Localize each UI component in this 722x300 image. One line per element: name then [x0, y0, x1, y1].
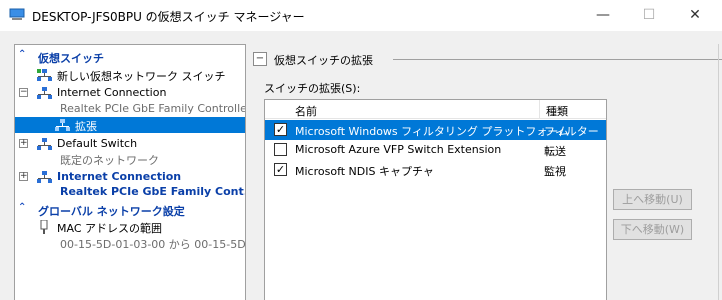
- column-header-name[interactable]: 名前: [295, 103, 317, 119]
- window-title: DESKTOP-JFS0BPU の仮想スイッチ マネージャー: [32, 10, 305, 24]
- collapse-expander[interactable]: −: [19, 88, 28, 97]
- chevron-up-icon[interactable]: ⌃: [18, 202, 26, 213]
- tree-header-label: 仮想スイッチ: [38, 52, 104, 65]
- minimize-button[interactable]: —: [580, 0, 626, 31]
- mac-range-value: 00-15-5D-01-03-00 から 00-15-5D-...: [60, 238, 246, 251]
- section-title: 仮想スイッチの拡張: [274, 54, 373, 67]
- chevron-up-icon[interactable]: ⌃: [18, 49, 26, 60]
- extension-name: Microsoft Azure VFP Switch Extension: [295, 143, 502, 156]
- tree-item-subtext: Realtek PCIe GbE Family Controller: [15, 101, 245, 117]
- tree-item-default-switch[interactable]: + Default Switch: [15, 136, 245, 152]
- tree-header-label: グローバル ネットワーク設定: [38, 205, 185, 218]
- maximize-button[interactable]: ☐: [626, 0, 672, 31]
- move-down-button[interactable]: 下へ移動(W): [613, 219, 692, 240]
- tree-item-internet-connection-2[interactable]: + Internet Connection: [15, 169, 245, 185]
- adapter-description: 既定のネットワーク: [60, 154, 159, 167]
- tree-header-global-network[interactable]: ⌃ グローバル ネットワーク設定: [15, 202, 245, 218]
- move-up-button[interactable]: 上へ移動(U): [613, 189, 692, 210]
- navigation-tree[interactable]: ⌃ 仮想スイッチ 新しい仮想ネットワーク スイッチ − Internet Con…: [14, 44, 246, 300]
- tree-item-subtext: Realtek PCIe GbE Family Cont...: [15, 184, 245, 200]
- expand-expander[interactable]: +: [19, 139, 28, 148]
- extension-name: Microsoft Windows フィルタリング プラットフォーム: [295, 125, 570, 138]
- extensions-list[interactable]: 名前 種類 ✓ Microsoft Windows フィルタリング プラットフォ…: [264, 99, 607, 300]
- expand-expander[interactable]: +: [19, 172, 28, 181]
- tree-item-subtext: 既定のネットワーク: [15, 151, 245, 167]
- list-item[interactable]: ✓ Microsoft Windows フィルタリング プラットフォーム フィル…: [265, 120, 606, 140]
- section-header: − 仮想スイッチの拡張: [253, 50, 722, 70]
- new-switch-icon: [37, 69, 52, 81]
- close-button[interactable]: ✕: [672, 0, 718, 31]
- title-bar: DESKTOP-JFS0BPU の仮想スイッチ マネージャー — ☐ ✕: [0, 0, 722, 31]
- tree-item-label: Internet Connection: [57, 86, 167, 99]
- pane-edge: [718, 44, 719, 300]
- mac-address-icon: [40, 220, 48, 234]
- virtual-switch-manager-icon: [9, 8, 25, 20]
- extension-checkbox[interactable]: [274, 143, 287, 156]
- adapter-description: Realtek PCIe GbE Family Cont...: [60, 185, 246, 198]
- column-header-type[interactable]: 種類: [546, 103, 568, 119]
- tree-item-new-switch[interactable]: 新しい仮想ネットワーク スイッチ: [15, 67, 245, 83]
- network-adapter-icon: [37, 87, 52, 99]
- extension-name: Microsoft NDIS キャプチャ: [295, 165, 434, 178]
- tree-item-label: 新しい仮想ネットワーク スイッチ: [57, 70, 226, 83]
- section-divider: [393, 59, 722, 60]
- adapter-description: Realtek PCIe GbE Family Controller: [60, 102, 246, 115]
- tree-header-virtual-switch[interactable]: ⌃ 仮想スイッチ: [15, 49, 245, 65]
- extension-checkbox[interactable]: ✓: [274, 123, 287, 136]
- tree-item-label: 拡張: [75, 120, 97, 133]
- network-adapter-icon: [37, 138, 52, 150]
- extension-checkbox[interactable]: ✓: [274, 163, 287, 176]
- extensions-label: スイッチの拡張(S):: [264, 82, 361, 95]
- tree-item-label: Internet Connection: [57, 170, 182, 183]
- column-separator[interactable]: [539, 100, 540, 119]
- extension-type: 転送: [544, 145, 566, 158]
- collapse-section-icon[interactable]: −: [253, 52, 267, 66]
- list-item[interactable]: ✓ Microsoft NDIS キャプチャ 監視: [265, 160, 606, 180]
- tree-item-internet-connection-1[interactable]: − Internet Connection: [15, 85, 245, 101]
- tree-item-mac-range[interactable]: MAC アドレスの範囲: [15, 219, 245, 235]
- network-adapter-icon: [55, 119, 70, 131]
- extension-type: 監視: [544, 165, 566, 178]
- tree-item-label: MAC アドレスの範囲: [57, 222, 162, 235]
- list-item[interactable]: Microsoft Azure VFP Switch Extension 転送: [265, 140, 606, 160]
- tree-item-label: Default Switch: [57, 137, 138, 150]
- network-adapter-icon: [37, 171, 52, 183]
- list-header: 名前 種類: [265, 100, 606, 119]
- tree-item-extensions[interactable]: 拡張: [15, 117, 245, 133]
- tree-item-subtext: 00-15-5D-01-03-00 から 00-15-5D-...: [15, 235, 245, 251]
- extension-type: フィルター: [544, 125, 599, 138]
